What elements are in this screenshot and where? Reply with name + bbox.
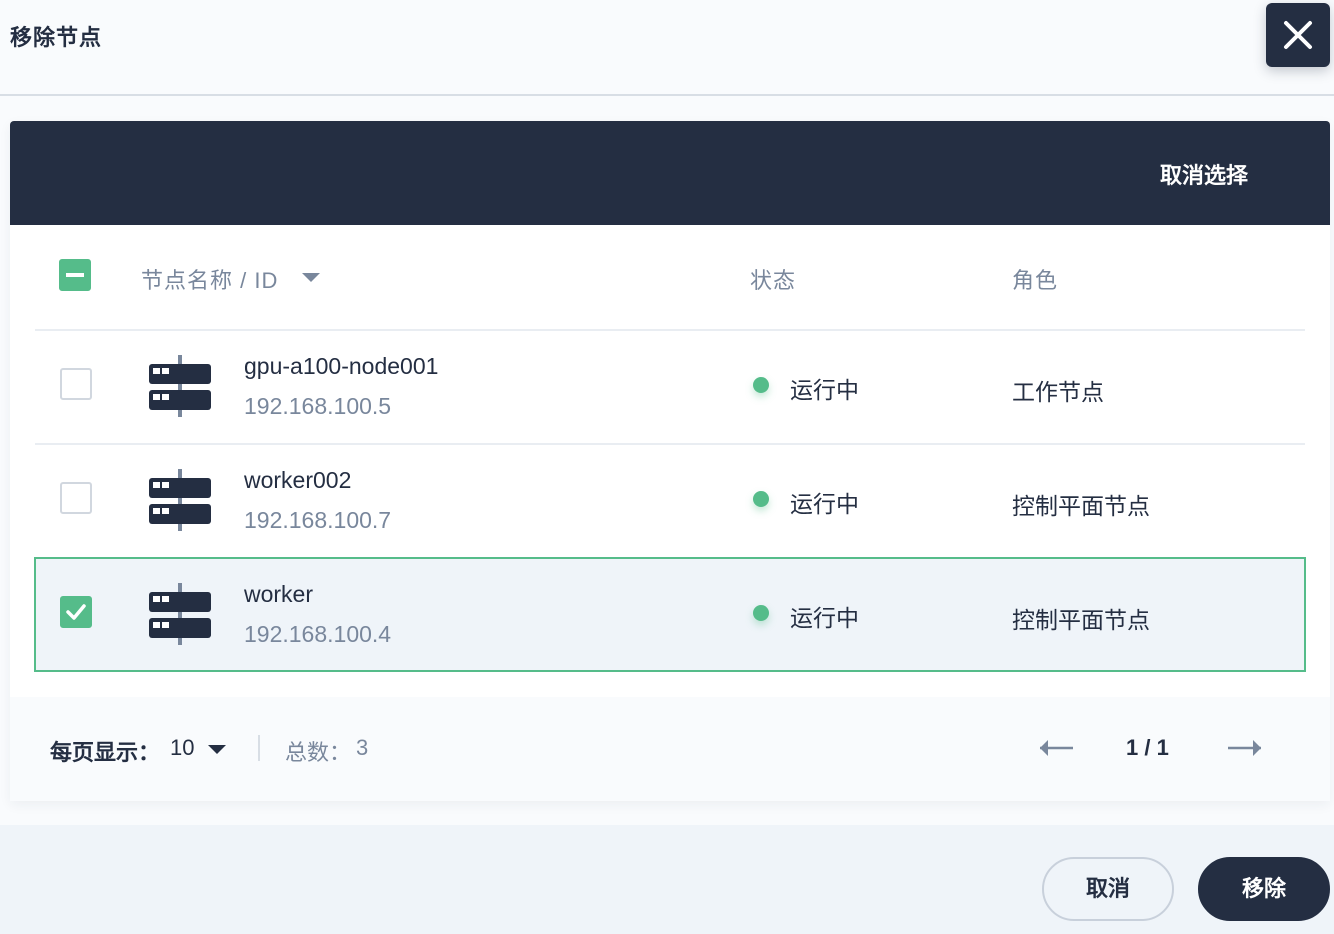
server-icon — [149, 355, 211, 417]
node-ip: 192.168.100.7 — [244, 507, 392, 533]
server-icon — [149, 469, 211, 531]
row-checkbox[interactable] — [60, 368, 92, 400]
column-header-status: 状态 — [750, 268, 797, 293]
row-divider — [35, 329, 1305, 331]
select-all-checkbox[interactable] — [59, 259, 91, 291]
total-label: 总数： — [285, 740, 352, 765]
status-text: 运行中 — [790, 377, 859, 403]
divider — [258, 735, 260, 761]
node-name[interactable]: worker002 — [244, 467, 351, 494]
selection-toolbar: 取消选择 — [10, 121, 1330, 225]
role-text: 控制平面节点 — [1012, 607, 1150, 633]
status-text: 运行中 — [790, 491, 859, 517]
caret-down-icon[interactable] — [208, 745, 226, 754]
column-header-name[interactable]: 节点名称 / ID — [141, 263, 278, 295]
total-count: 3 — [356, 735, 369, 760]
remove-node-dialog: 移除节点 取消选择 节点名称 / ID 状态 角色 gpu-a100-node0… — [0, 0, 1334, 934]
node-ip: 192.168.100.5 — [244, 393, 392, 419]
clear-selection-button[interactable]: 取消选择 — [1160, 158, 1248, 190]
row-checkbox-checked[interactable] — [60, 596, 92, 628]
node-name[interactable]: gpu-a100-node001 — [244, 353, 438, 380]
status-indicator — [753, 491, 769, 507]
remove-button[interactable]: 移除 — [1198, 857, 1330, 921]
node-name[interactable]: worker — [244, 581, 313, 608]
page-size-label: 每页显示： — [50, 740, 161, 765]
status-indicator — [753, 377, 769, 393]
close-button[interactable] — [1266, 3, 1330, 67]
server-icon — [149, 583, 211, 645]
column-header-role: 角色 — [1012, 268, 1059, 293]
row-divider — [35, 443, 1305, 445]
cancel-button[interactable]: 取消 — [1042, 857, 1174, 921]
arrow-left-icon[interactable] — [1037, 736, 1075, 760]
close-icon — [1284, 21, 1312, 49]
dialog-header: 移除节点 — [0, 0, 1334, 96]
check-icon — [66, 604, 86, 620]
status-indicator — [753, 605, 769, 621]
arrow-right-icon[interactable] — [1226, 736, 1264, 760]
dialog-title: 移除节点 — [10, 25, 103, 50]
row-checkbox[interactable] — [60, 482, 92, 514]
page-size-select[interactable]: 10 — [170, 735, 194, 761]
caret-down-icon[interactable] — [302, 273, 320, 282]
status-text: 运行中 — [790, 605, 859, 631]
node-ip: 192.168.100.4 — [244, 621, 392, 647]
role-text: 工作节点 — [1012, 379, 1104, 405]
page-indicator: 1 / 1 — [1126, 735, 1169, 760]
role-text: 控制平面节点 — [1012, 493, 1150, 519]
